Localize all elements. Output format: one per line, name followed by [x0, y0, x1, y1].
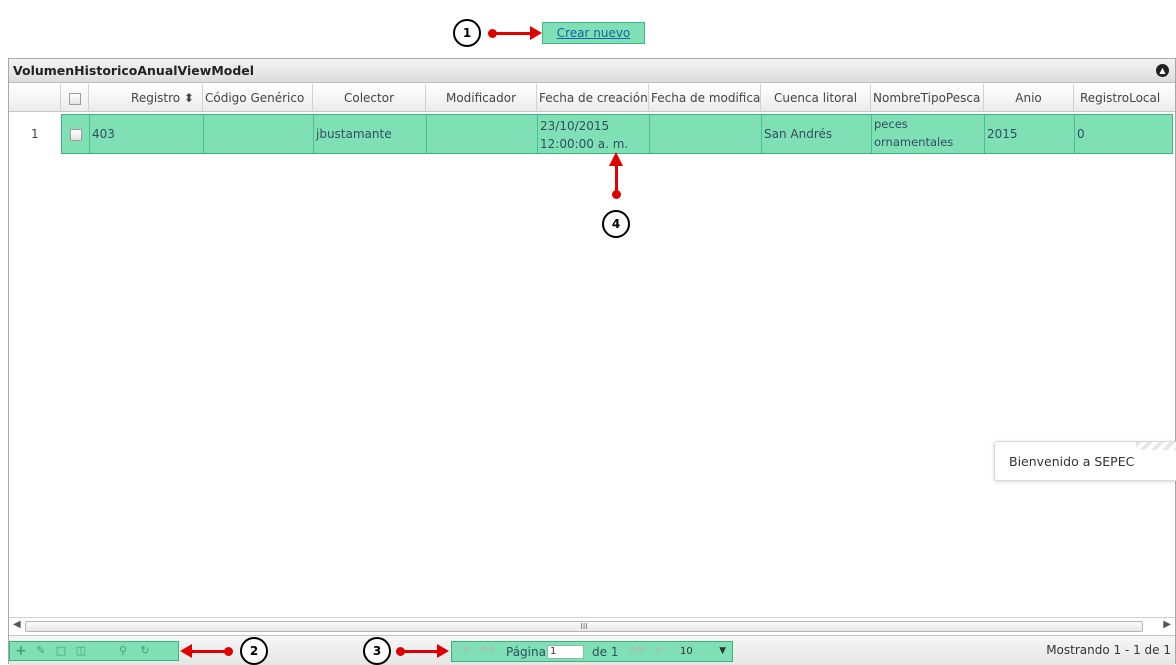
- crear-nuevo-link[interactable]: Crear nuevo: [542, 22, 645, 44]
- callout-1-arrow-line: [493, 32, 531, 35]
- action-button-bar: + ✎ □ ◫ ⚲ ↻: [9, 641, 179, 661]
- cell-modificador: [427, 115, 538, 153]
- grid-title: VolumenHistoricoAnualViewModel ▲: [9, 59, 1175, 83]
- search-icon[interactable]: ⚲: [114, 643, 132, 659]
- callout-4-arrow-head: [609, 152, 623, 166]
- header-fecha-modificacion[interactable]: Fecha de modificación: [649, 84, 761, 112]
- cell-codigo-generico: [204, 115, 314, 153]
- next-page-icon[interactable]: ▶▶: [630, 644, 645, 655]
- header-anio[interactable]: Anio: [984, 84, 1074, 112]
- cell-fecha-creacion-time: 12:00:00 a. m.: [540, 137, 629, 151]
- page-size-value: 10: [680, 646, 693, 657]
- callout-4-arrow-line: [615, 165, 618, 193]
- page-size-select[interactable]: 10 ▼: [680, 644, 728, 659]
- callout-4-arrow-dot: [612, 190, 621, 199]
- collapse-icon[interactable]: ▲: [1156, 64, 1169, 77]
- edit-icon[interactable]: ✎: [32, 643, 50, 659]
- callout-3-arrow-line: [401, 650, 439, 653]
- cell-fecha-creacion-date: 23/10/2015: [540, 119, 610, 133]
- toast-message: Bienvenido a SEPEC: [1009, 454, 1135, 469]
- header-colector[interactable]: Colector: [313, 84, 426, 112]
- cell-registro: 403: [90, 115, 204, 153]
- row-select-cell: [62, 115, 90, 153]
- header-select-all: [61, 84, 89, 112]
- grid-pager: + ✎ □ ◫ ⚲ ↻ 2 3 |◀ ◀◀ Página 1 de 1 ▶▶ ▶…: [9, 635, 1175, 665]
- pagination-control: |◀ ◀◀ Página 1 de 1 ▶▶ ▶| 10 ▼: [451, 641, 733, 662]
- header-nombre-tipo-pesca[interactable]: NombreTipoPesca: [871, 84, 984, 112]
- add-icon[interactable]: +: [12, 643, 30, 659]
- data-grid: VolumenHistoricoAnualViewModel ▲ Registr…: [8, 58, 1176, 665]
- scroll-right-icon[interactable]: ▶: [1163, 619, 1171, 630]
- row-checkbox[interactable]: [69, 128, 82, 141]
- records-summary: Mostrando 1 - 1 de 1: [1046, 643, 1171, 657]
- callout-2-arrow-dot: [224, 647, 233, 656]
- scroll-thumb[interactable]: III: [25, 621, 1143, 632]
- header-fecha-creacion[interactable]: Fecha de creación: [537, 84, 649, 112]
- callout-2-arrow-head: [180, 644, 192, 658]
- select-all-checkbox[interactable]: [68, 92, 81, 105]
- page-number-input[interactable]: 1: [547, 645, 584, 659]
- header-registro-local[interactable]: RegistroLocal: [1074, 84, 1176, 112]
- page-of-label: de 1: [592, 645, 619, 659]
- view-icon[interactable]: □: [52, 643, 70, 659]
- row-number: 1: [31, 127, 39, 141]
- cell-tipo-pesca-line1: peces: [874, 117, 908, 131]
- scroll-left-icon[interactable]: ◀: [13, 619, 21, 630]
- callout-2-arrow-line: [192, 650, 228, 653]
- cell-registro-local: 0: [1077, 127, 1085, 141]
- header-rownum: [9, 84, 61, 112]
- grid-title-text: VolumenHistoricoAnualViewModel: [13, 63, 255, 78]
- header-modificador[interactable]: Modificador: [426, 84, 537, 112]
- refresh-icon[interactable]: ↻: [136, 643, 154, 659]
- callout-1: 1: [453, 19, 481, 47]
- callout-4: 4: [602, 210, 630, 238]
- callout-1-arrow-head: [530, 26, 542, 40]
- delete-icon[interactable]: ◫: [72, 643, 90, 659]
- cell-tipo-pesca-line2: ornamentales: [874, 135, 954, 149]
- last-page-icon[interactable]: ▶|: [656, 644, 667, 655]
- toast-stripe: [1136, 442, 1176, 450]
- chevron-down-icon: ▼: [719, 646, 726, 656]
- header-registro[interactable]: Registro ⬍: [89, 84, 203, 112]
- prev-page-icon[interactable]: ◀◀: [478, 644, 493, 655]
- grid-header: Registro ⬍ Código Genérico Colector Modi…: [9, 84, 1175, 112]
- cell-anio: 2015: [985, 115, 1075, 153]
- cell-fecha-creacion: 23/10/2015 12:00:00 a. m.: [538, 115, 650, 153]
- horizontal-scrollbar[interactable]: ◀ III ▶: [9, 617, 1175, 634]
- header-cuenca-litoral[interactable]: Cuenca litoral: [761, 84, 871, 112]
- cell-cuenca-litoral: San Andrés: [762, 115, 872, 153]
- callout-3-arrow-head: [437, 644, 449, 658]
- page-label: Página: [506, 645, 546, 659]
- first-page-icon[interactable]: |◀: [458, 644, 469, 655]
- table-row[interactable]: 403 jbustamante 23/10/2015 12:00:00 a. m…: [61, 114, 1173, 154]
- cell-colector: jbustamante: [314, 115, 427, 153]
- cell-nombre-tipo-pesca: peces ornamentales: [872, 115, 985, 153]
- welcome-toast: Bienvenido a SEPEC: [994, 441, 1176, 481]
- cell-fecha-modificacion: [650, 115, 762, 153]
- callout-3: 3: [363, 637, 391, 665]
- callout-2: 2: [240, 637, 268, 665]
- header-codigo-generico[interactable]: Código Genérico: [203, 84, 313, 112]
